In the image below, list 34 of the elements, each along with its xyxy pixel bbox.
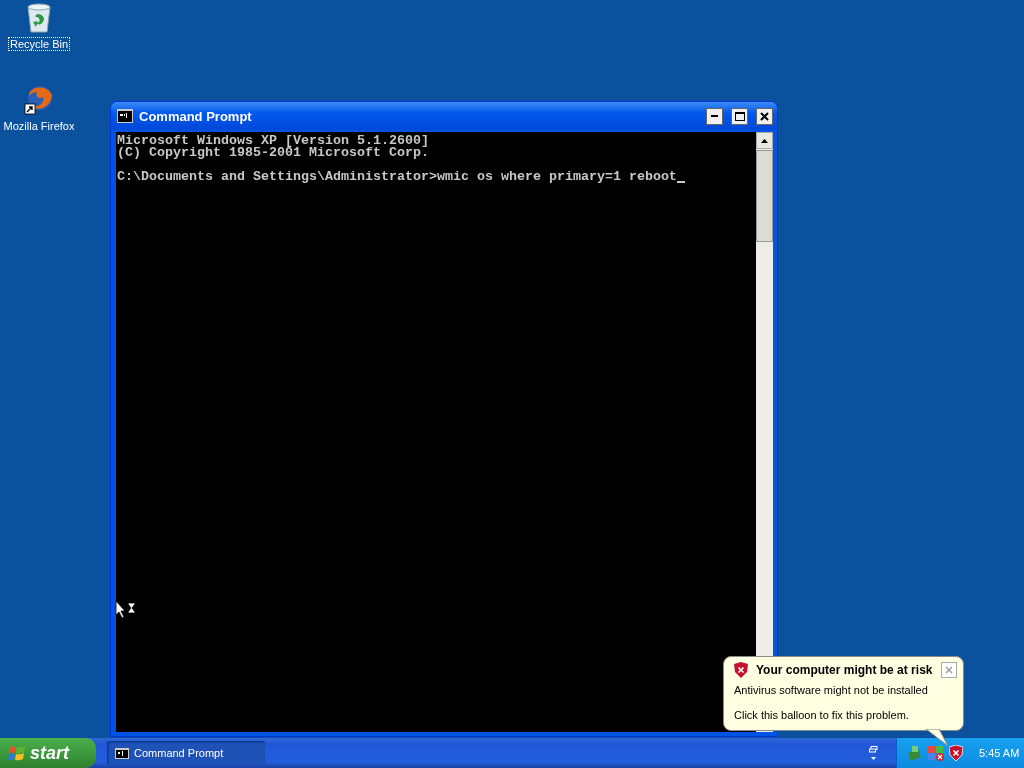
- notification-balloon[interactable]: Your computer might be at risk Antivirus software might not be installed Click this balloon to fix this problem.: [723, 656, 964, 731]
- shield-alert-icon[interactable]: [949, 745, 963, 761]
- console-line: (C) Copyright 1985-2001 Microsoft Corp.: [117, 147, 430, 159]
- balloon-text: Antivirus software might not be installed: [734, 684, 929, 696]
- desktop-icon-label[interactable]: Mozilla Firefox: [1, 119, 77, 133]
- window-switch-icon[interactable]: [869, 746, 878, 760]
- maximize-icon: [734, 111, 745, 121]
- balloon-text: Click this balloon to fix this problem.: [734, 709, 910, 721]
- browser-globe-icon: [23, 84, 55, 116]
- start-button[interactable]: start: [0, 738, 96, 768]
- desktop-icon-label[interactable]: Recycle Bin: [7, 37, 71, 51]
- console-icon: [117, 109, 133, 123]
- console-icon: [115, 747, 129, 759]
- balloon-title: Your computer might be at risk: [756, 663, 933, 677]
- security-center-icon[interactable]: [927, 745, 945, 761]
- windows-flag-icon: [8, 745, 26, 761]
- balloon-close-button[interactable]: [941, 662, 957, 678]
- text-cursor: [676, 181, 685, 183]
- up-arrow-icon: [761, 138, 768, 143]
- shield-alert-icon: [734, 662, 748, 678]
- window-title: Command Prompt: [139, 108, 253, 124]
- minimize-button[interactable]: [706, 107, 723, 125]
- balloon-tail: [925, 729, 951, 747]
- console-line: Microsoft Windows XP [Version 5.1.2600]: [117, 135, 430, 147]
- scrollbar-thumb[interactable]: [756, 150, 773, 242]
- scroll-up-button[interactable]: [756, 132, 773, 149]
- clock: 5:45 AM: [979, 747, 1020, 759]
- maximize-button[interactable]: [731, 107, 748, 125]
- close-icon: [945, 666, 953, 674]
- taskbar-button[interactable]: Command Prompt: [107, 741, 265, 765]
- close-icon: [760, 111, 769, 121]
- command-line: C:\Documents and Settings\Administrator>wmic os where primary=1 reboot: [117, 171, 677, 183]
- close-button[interactable]: [756, 107, 773, 125]
- minimize-icon: [711, 115, 718, 117]
